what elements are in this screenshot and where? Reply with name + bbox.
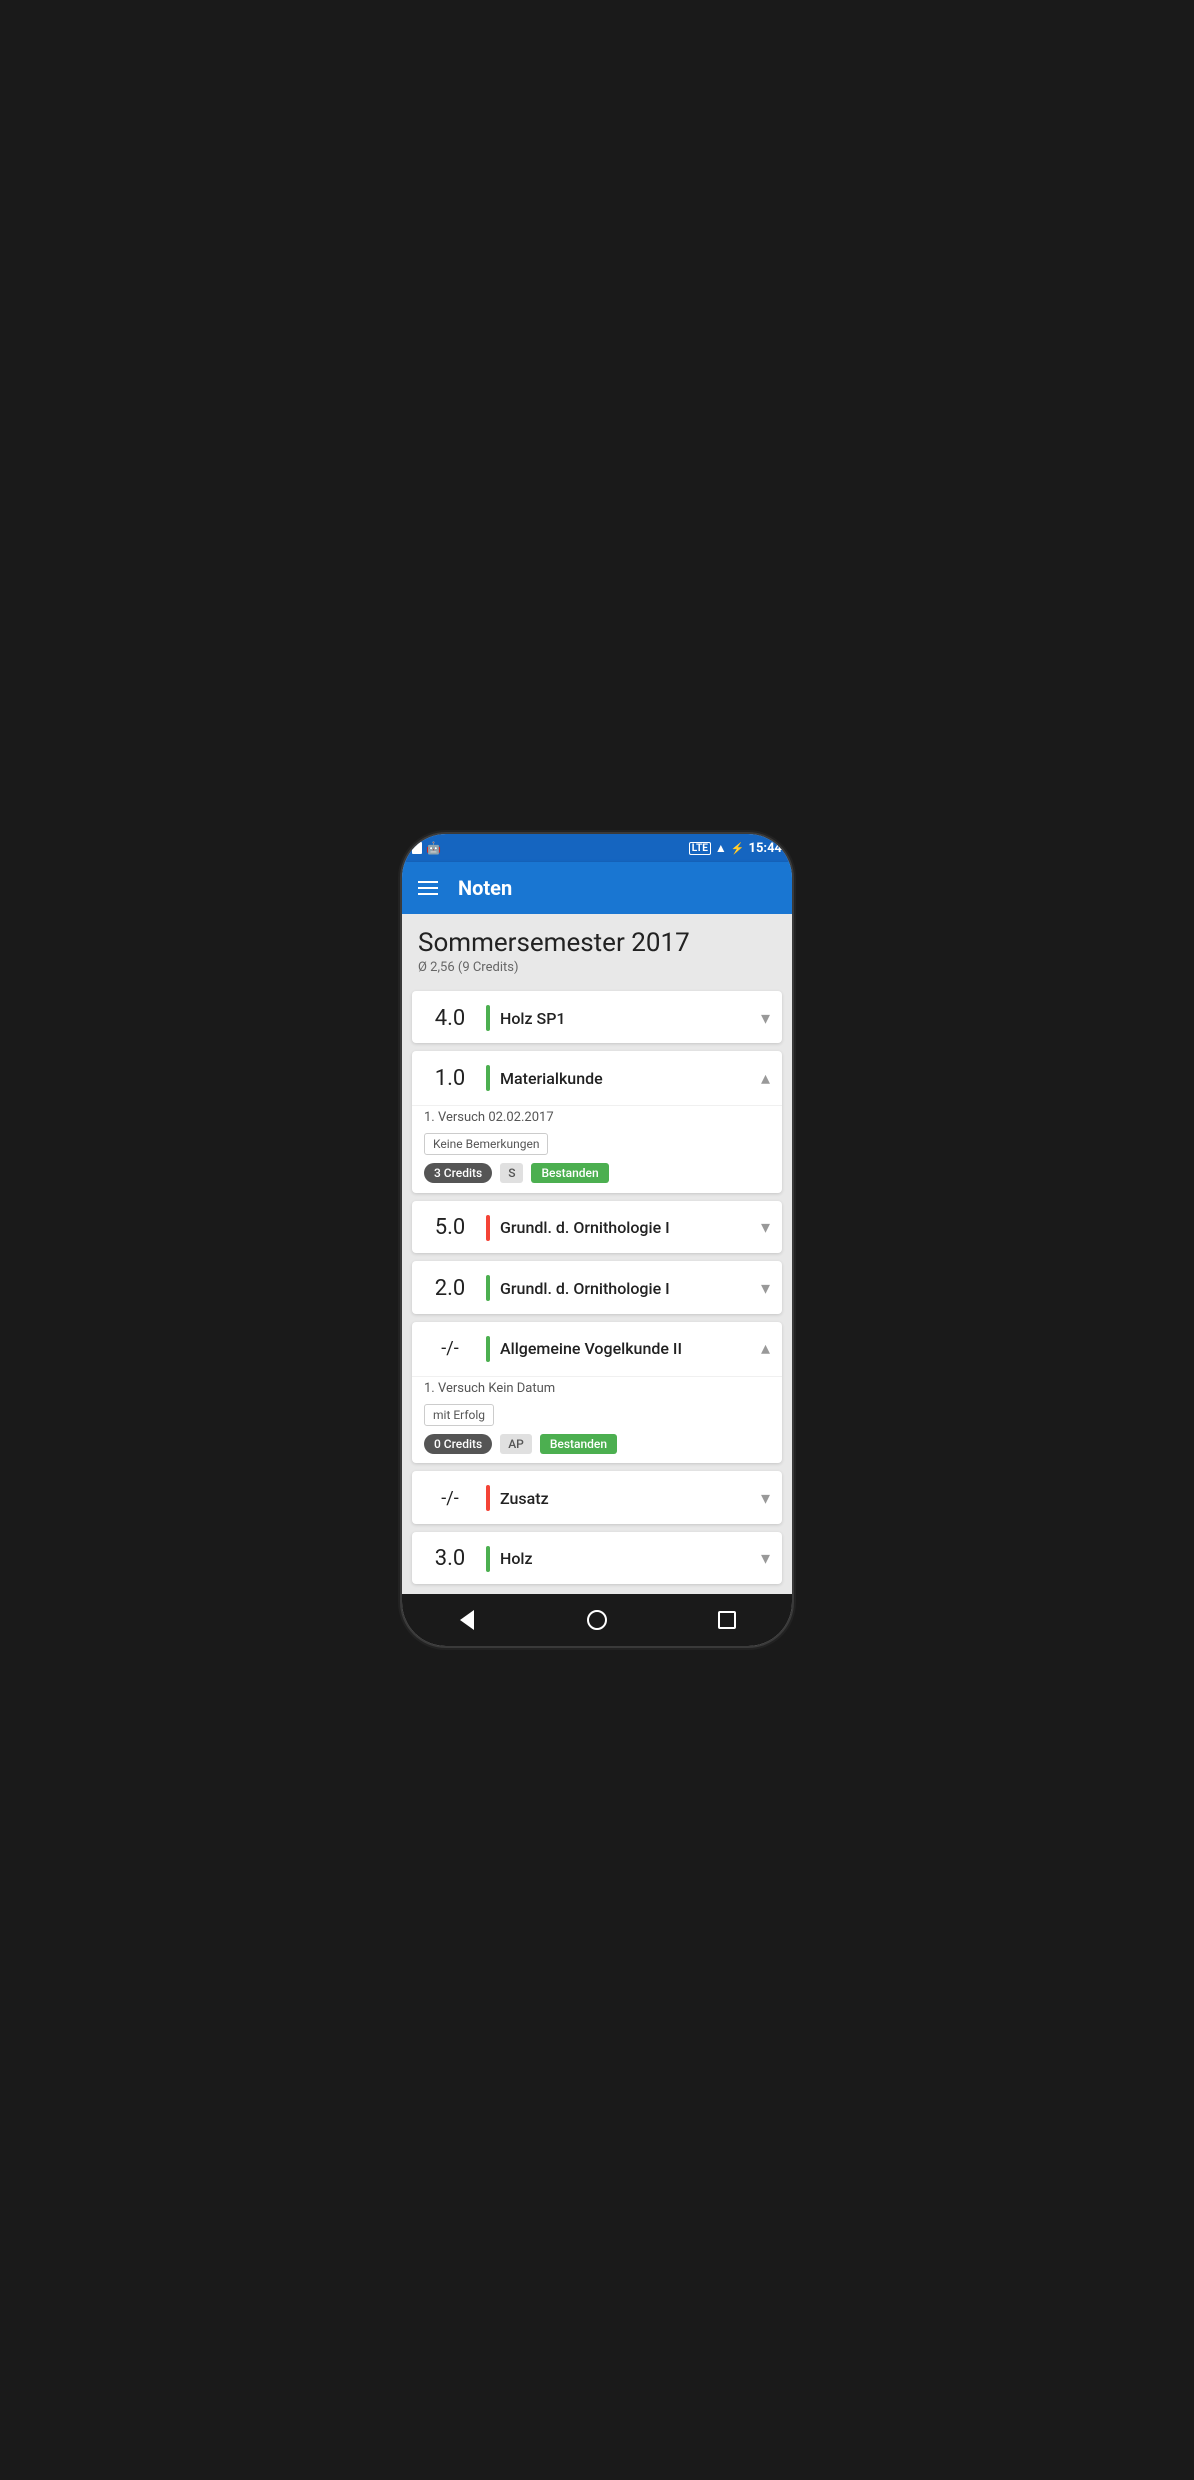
detail-footer-materialkunde: 3 Credits S Bestanden bbox=[424, 1163, 770, 1183]
app-bar-title: Noten bbox=[458, 876, 512, 900]
grade-name-zusatz: Zusatz bbox=[500, 1489, 761, 1508]
grade-row-grundl-2[interactable]: 2.0 Grundl. d. Ornithologie I ▾ bbox=[412, 1261, 782, 1313]
home-icon bbox=[587, 1610, 607, 1630]
grade-bar-grundl-5 bbox=[486, 1215, 490, 1241]
chevron-icon-grundl-5: ▾ bbox=[761, 1217, 770, 1238]
grade-value-holz-sp1: 4.0 bbox=[424, 1006, 476, 1031]
phone-frame: 🤖 LTE ▲ ⚡ 15:44 Noten Sommersemester 201… bbox=[402, 834, 792, 1646]
detail-footer-vogelkunde: 0 Credits AP Bestanden bbox=[424, 1434, 770, 1454]
app-bar: Noten bbox=[402, 862, 792, 914]
grade-value-holz: 3.0 bbox=[424, 1546, 476, 1571]
passed-badge-materialkunde: Bestanden bbox=[531, 1163, 608, 1183]
semester-header: Sommersemester 2017 Ø 2,56 (9 Credits) bbox=[402, 914, 792, 987]
chevron-icon-grundl-2: ▾ bbox=[761, 1278, 770, 1299]
grade-bar-zusatz bbox=[486, 1485, 490, 1511]
grade-name-grundl-5: Grundl. d. Ornithologie I bbox=[500, 1218, 761, 1237]
grade-card-holz-sp1[interactable]: 4.0 Holz SP1 ▾ bbox=[412, 991, 782, 1043]
back-button[interactable] bbox=[449, 1602, 485, 1638]
grade-card-vogelkunde[interactable]: -/- Allgemeine Vogelkunde II ▴ 1. Versuc… bbox=[412, 1322, 782, 1464]
credits-badge-vogelkunde: 0 Credits bbox=[424, 1434, 492, 1454]
signal-icon: ▲ bbox=[715, 841, 727, 855]
hamburger-line-3 bbox=[418, 893, 438, 895]
recents-icon bbox=[718, 1611, 736, 1629]
grade-value-zusatz: -/- bbox=[424, 1488, 476, 1509]
semester-title: Sommersemester 2017 bbox=[418, 928, 776, 958]
grade-name-vogelkunde: Allgemeine Vogelkunde II bbox=[500, 1339, 761, 1358]
grade-value-grundl-5: 5.0 bbox=[424, 1215, 476, 1240]
status-bar: 🤖 LTE ▲ ⚡ 15:44 bbox=[402, 834, 792, 862]
grade-row-materialkunde[interactable]: 1.0 Materialkunde ▴ bbox=[412, 1051, 782, 1105]
chevron-icon-holz-sp1: ▾ bbox=[761, 1008, 770, 1029]
grade-bar-holz bbox=[486, 1546, 490, 1572]
grade-card-materialkunde[interactable]: 1.0 Materialkunde ▴ 1. Versuch 02.02.201… bbox=[412, 1051, 782, 1193]
detail-remark-vogelkunde: mit Erfolg bbox=[424, 1404, 494, 1426]
grade-row-holz-sp1[interactable]: 4.0 Holz SP1 ▾ bbox=[412, 991, 782, 1043]
type-badge-materialkunde: S bbox=[500, 1163, 523, 1183]
grade-card-grundl-5[interactable]: 5.0 Grundl. d. Ornithologie I ▾ bbox=[412, 1201, 782, 1253]
grade-bar-materialkunde bbox=[486, 1065, 490, 1091]
credits-badge-materialkunde: 3 Credits bbox=[424, 1163, 492, 1183]
hamburger-menu-button[interactable] bbox=[418, 881, 438, 895]
grade-row-vogelkunde[interactable]: -/- Allgemeine Vogelkunde II ▴ bbox=[412, 1322, 782, 1376]
grade-bar-grundl-2 bbox=[486, 1275, 490, 1301]
chevron-icon-zusatz: ▾ bbox=[761, 1488, 770, 1509]
grade-value-vogelkunde: -/- bbox=[424, 1338, 476, 1359]
recents-button[interactable] bbox=[709, 1602, 745, 1638]
battery-icon: ⚡ bbox=[731, 842, 745, 855]
hamburger-line-2 bbox=[418, 887, 438, 889]
passed-badge-vogelkunde: Bestanden bbox=[540, 1434, 617, 1454]
status-bar-right: LTE ▲ ⚡ 15:44 bbox=[689, 841, 782, 856]
grade-card-zusatz[interactable]: -/- Zusatz ▾ bbox=[412, 1471, 782, 1523]
grade-details-materialkunde: 1. Versuch 02.02.2017 Keine Bemerkungen … bbox=[412, 1105, 782, 1193]
clock: 15:44 bbox=[749, 841, 783, 856]
home-button[interactable] bbox=[579, 1602, 615, 1638]
grade-name-holz-sp1: Holz SP1 bbox=[500, 1009, 761, 1028]
grades-list[interactable]: 4.0 Holz SP1 ▾ 1.0 Materialkunde ▴ 1. Ve… bbox=[402, 987, 792, 1594]
grade-card-grundl-2[interactable]: 2.0 Grundl. d. Ornithologie I ▾ bbox=[412, 1261, 782, 1313]
grade-bar-vogelkunde bbox=[486, 1336, 490, 1362]
lte-badge: LTE bbox=[689, 842, 711, 855]
detail-attempt-vogelkunde: 1. Versuch Kein Datum bbox=[424, 1377, 770, 1396]
detail-remark-materialkunde: Keine Bemerkungen bbox=[424, 1133, 548, 1155]
grade-details-vogelkunde: 1. Versuch Kein Datum mit Erfolg 0 Credi… bbox=[412, 1376, 782, 1464]
phone-screen: 🤖 LTE ▲ ⚡ 15:44 Noten Sommersemester 201… bbox=[402, 834, 792, 1646]
chevron-icon-holz: ▾ bbox=[761, 1548, 770, 1569]
bottom-nav bbox=[402, 1594, 792, 1646]
grade-row-holz[interactable]: 3.0 Holz ▾ bbox=[412, 1532, 782, 1584]
detail-attempt-materialkunde: 1. Versuch 02.02.2017 bbox=[424, 1106, 770, 1125]
chevron-icon-vogelkunde: ▴ bbox=[761, 1338, 770, 1359]
grade-name-materialkunde: Materialkunde bbox=[500, 1069, 761, 1088]
grade-value-grundl-2: 2.0 bbox=[424, 1276, 476, 1301]
grade-row-zusatz[interactable]: -/- Zusatz ▾ bbox=[412, 1471, 782, 1523]
grade-value-materialkunde: 1.0 bbox=[424, 1066, 476, 1091]
type-badge-vogelkunde: AP bbox=[500, 1434, 532, 1454]
grade-name-grundl-2: Grundl. d. Ornithologie I bbox=[500, 1279, 761, 1298]
grade-name-holz: Holz bbox=[500, 1549, 761, 1568]
sim-icon bbox=[412, 842, 422, 854]
chevron-icon-materialkunde: ▴ bbox=[761, 1068, 770, 1089]
grade-row-grundl-5[interactable]: 5.0 Grundl. d. Ornithologie I ▾ bbox=[412, 1201, 782, 1253]
hamburger-line-1 bbox=[418, 881, 438, 883]
semester-subtitle: Ø 2,56 (9 Credits) bbox=[418, 960, 776, 975]
status-bar-left: 🤖 bbox=[412, 841, 441, 855]
grade-bar-holz-sp1 bbox=[486, 1005, 490, 1031]
android-icon: 🤖 bbox=[426, 841, 441, 855]
back-icon bbox=[460, 1610, 474, 1630]
grade-card-holz[interactable]: 3.0 Holz ▾ bbox=[412, 1532, 782, 1584]
